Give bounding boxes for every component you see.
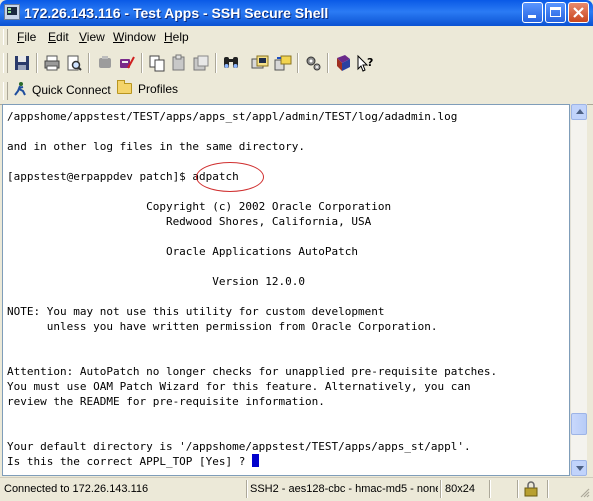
- menu-bar: File Edit View Window Help: [0, 26, 593, 49]
- ssh-terminal-icon[interactable]: [4, 4, 20, 20]
- scroll-thumb[interactable]: [571, 413, 587, 435]
- print-preview-icon[interactable]: [65, 54, 83, 72]
- help-book-icon[interactable]: [334, 54, 352, 72]
- toolbar-separator: [141, 53, 143, 73]
- terminal-size: 80x24: [445, 483, 475, 495]
- quick-connect-button[interactable]: Quick Connect: [14, 82, 111, 97]
- folder-icon: [117, 80, 132, 94]
- status-divider: [440, 480, 442, 498]
- file-transfer-icon[interactable]: [274, 54, 292, 72]
- toolbar-separator: [327, 53, 329, 73]
- cipher-status: SSH2 - aes128-cbc - hmac-md5 - none: [250, 483, 438, 495]
- terminal-line: and in other log files in the same direc…: [7, 140, 306, 153]
- status-divider: [489, 480, 491, 498]
- terminal-prompt-line: Is this the correct APPL_TOP [Yes] ?: [7, 454, 260, 469]
- command-highlight-circle: [196, 162, 264, 192]
- vertical-scrollbar[interactable]: [570, 104, 587, 476]
- terminal-line: Attention: AutoPatch no longer checks fo…: [7, 365, 498, 378]
- menu-file[interactable]: File: [17, 30, 36, 44]
- toolbar-separator: [297, 53, 299, 73]
- status-divider: [517, 480, 519, 498]
- save-icon[interactable]: [13, 54, 31, 72]
- menu-edit[interactable]: Edit: [48, 30, 69, 44]
- svg-text:?: ?: [367, 56, 373, 69]
- close-icon: [573, 7, 584, 18]
- copy-icon[interactable]: [148, 54, 166, 72]
- title-bar[interactable]: 172.26.143.116 - Test Apps - SSH Secure …: [0, 0, 593, 26]
- window-title: 172.26.143.116 - Test Apps - SSH Secure …: [24, 5, 329, 21]
- resize-grip-icon[interactable]: [578, 486, 590, 498]
- menu-grip[interactable]: [3, 29, 8, 45]
- toolbar: ?: [0, 48, 593, 79]
- disconnect-icon[interactable]: [96, 54, 114, 72]
- terminal-line: review the README for pre-requisite info…: [7, 395, 325, 408]
- terminal-cursor: [252, 454, 260, 467]
- prompt-text: Is this the correct APPL_TOP [Yes] ?: [7, 455, 253, 468]
- menu-help[interactable]: Help: [164, 30, 189, 44]
- terminal-line: Version 12.0.0: [7, 275, 306, 288]
- paste-all-icon[interactable]: [192, 54, 210, 72]
- close-button[interactable]: [568, 2, 589, 23]
- terminal-line: Your default directory is '/appshome/app…: [7, 440, 471, 453]
- scroll-down-button[interactable]: [571, 460, 587, 476]
- paste-icon[interactable]: [170, 54, 188, 72]
- quick-connect-bar: Quick Connect Profiles: [0, 78, 593, 105]
- status-bar: Connected to 172.26.143.116 SSH2 - aes12…: [0, 477, 593, 501]
- menu-view[interactable]: View: [79, 30, 105, 44]
- status-divider: [547, 480, 549, 498]
- profiles-button[interactable]: Profiles: [117, 80, 179, 96]
- quickbar-grip[interactable]: [3, 82, 8, 100]
- help-pointer-icon[interactable]: ?: [356, 54, 374, 72]
- new-terminal-icon[interactable]: [251, 54, 269, 72]
- terminal-line: Copyright (c) 2002 Oracle Corporation: [7, 200, 392, 213]
- quick-connect-icon: [14, 82, 26, 96]
- toolbar-separator: [88, 53, 90, 73]
- terminal-line: unless you have written permission from …: [7, 320, 438, 333]
- minimize-button[interactable]: [522, 2, 543, 23]
- maximize-button[interactable]: [545, 2, 566, 23]
- menu-window[interactable]: Window: [113, 30, 156, 44]
- toolbar-separator: [215, 53, 217, 73]
- scroll-up-button[interactable]: [571, 104, 587, 120]
- toolbar-separator: [36, 53, 38, 73]
- terminal-line: /appshome/appstest/TEST/apps/apps_st/app…: [7, 110, 458, 123]
- terminal-line: Redwood Shores, California, USA: [7, 215, 372, 228]
- profiles-label: Profiles: [138, 82, 179, 96]
- lock-icon: [524, 481, 538, 497]
- toolbar-grip[interactable]: [3, 53, 8, 73]
- connection-status: Connected to 172.26.143.116: [4, 483, 149, 495]
- terminal-screen[interactable]: /appshome/appstest/TEST/apps/apps_st/app…: [2, 104, 570, 476]
- find-icon[interactable]: [222, 54, 240, 72]
- terminal-line: You must use OAM Patch Wizard for this f…: [7, 380, 471, 393]
- connect-icon[interactable]: [118, 54, 136, 72]
- settings-icon[interactable]: [304, 54, 322, 72]
- status-divider: [246, 480, 248, 498]
- print-icon[interactable]: [43, 54, 61, 72]
- terminal-line: NOTE: You may not use this utility for c…: [7, 305, 385, 318]
- terminal-line: Oracle Applications AutoPatch: [7, 245, 358, 258]
- quick-connect-label: Quick Connect: [32, 83, 111, 97]
